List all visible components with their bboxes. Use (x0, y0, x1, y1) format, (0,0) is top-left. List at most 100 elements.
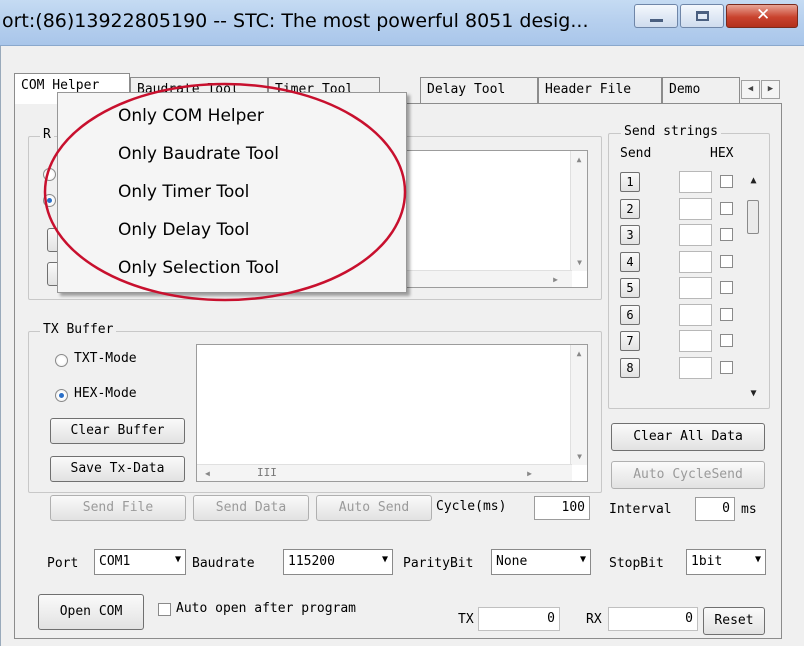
tx-vscrollbar[interactable]: ▲ ▼ (570, 345, 587, 465)
auto-open-label: Auto open after program (176, 601, 357, 616)
send-row-hex-checkbox[interactable] (720, 307, 733, 321)
reset-button[interactable]: Reset (703, 607, 765, 635)
scroll-up-icon[interactable]: ▲ (745, 172, 762, 189)
menu-item-only-selection-tool[interactable]: Only Selection Tool (118, 258, 279, 278)
interval-label: Interval (609, 502, 672, 517)
tx-hscrollbar[interactable]: ◀ III ▶ (197, 464, 572, 481)
tx-buffer-textarea[interactable]: ▲ ▼ ◀ III ▶ (196, 344, 588, 482)
stopbit-value: 1bit (691, 554, 723, 569)
send-row-hex-checkbox[interactable] (720, 281, 733, 294)
send-row-hex-checkbox[interactable] (720, 228, 733, 241)
hex-mode-radio[interactable] (55, 389, 68, 402)
tab-scroll-right-icon[interactable]: ▶ (761, 80, 780, 99)
send-row-hex-checkbox[interactable] (720, 254, 733, 268)
hex-column-header: HEX (710, 146, 734, 161)
send-row-hex-checkbox[interactable] (720, 360, 733, 374)
rx-txt-mode-radio[interactable] (43, 168, 56, 181)
scroll-thumb[interactable] (747, 200, 759, 234)
minimize-button[interactable] (634, 4, 678, 28)
tab-header-file[interactable]: Header File (538, 77, 662, 103)
send-row-input[interactable] (679, 277, 712, 299)
send-row-button[interactable]: 5 (620, 278, 640, 298)
send-row-input[interactable] (679, 250, 712, 273)
txt-mode-label: TXT-Mode (74, 351, 137, 366)
tab-label: COM Helper (21, 78, 100, 93)
scroll-thumb[interactable]: III (257, 466, 277, 479)
clear-all-data-button[interactable]: Clear All Data (611, 423, 765, 451)
scroll-right-icon[interactable]: ▶ (553, 271, 558, 288)
menu-item-only-timer-tool[interactable]: Only Timer Tool (118, 182, 249, 202)
stopbit-select[interactable]: 1bit ▼ (686, 549, 766, 575)
scroll-down-icon[interactable]: ▼ (571, 448, 588, 465)
tab-scroll-left-icon[interactable]: ◀ (741, 80, 760, 99)
paritybit-value: None (496, 554, 528, 569)
hex-mode-label: HEX-Mode (74, 386, 137, 401)
scroll-up-icon[interactable]: ▲ (571, 151, 587, 168)
scroll-up-icon[interactable]: ▲ (571, 345, 587, 362)
tab-context-menu: Only COM Helper Only Baudrate Tool Only … (57, 92, 407, 293)
send-data-button[interactable]: Send Data (193, 495, 309, 521)
tab-demo[interactable]: Demo (662, 77, 740, 103)
send-row-button[interactable]: 6 (620, 304, 640, 325)
send-row-button[interactable]: 4 (620, 251, 640, 272)
clear-buffer-button[interactable]: Clear Buffer (50, 418, 185, 444)
scroll-down-icon[interactable]: ▼ (745, 385, 762, 402)
send-row-input[interactable] (679, 330, 712, 352)
save-tx-data-button[interactable]: Save Tx-Data (50, 456, 185, 482)
send-row-button[interactable]: 2 (620, 198, 640, 219)
auto-open-checkbox[interactable] (158, 603, 171, 616)
scroll-left-icon[interactable]: ◀ (205, 465, 210, 482)
close-icon: ✕ (756, 5, 771, 25)
send-row-button[interactable]: 1 (620, 172, 640, 192)
send-row-hex-checkbox[interactable] (720, 201, 733, 215)
send-row-button[interactable]: 7 (620, 331, 640, 351)
send-file-button[interactable]: Send File (50, 495, 186, 521)
chevron-down-icon: ▼ (381, 554, 388, 565)
baudrate-select[interactable]: 115200 ▼ (283, 549, 393, 575)
tab-scroll: ◀ ▶ (741, 80, 781, 100)
send-row-input[interactable] (679, 171, 712, 193)
interval-unit: ms (741, 502, 757, 517)
scroll-right-icon[interactable]: ▶ (527, 465, 532, 482)
rx-count-value: 0 (608, 607, 698, 631)
menu-item-only-delay-tool[interactable]: Only Delay Tool (118, 220, 250, 240)
menu-item-only-com-helper[interactable]: Only COM Helper (118, 106, 264, 126)
rx-hex-mode-radio[interactable] (43, 194, 56, 207)
interval-input[interactable]: 0 (695, 497, 735, 521)
send-row-input[interactable] (679, 197, 712, 220)
tab-label: Delay Tool (427, 82, 506, 97)
send-strings-scrollbar[interactable]: ▲ ▼ (745, 172, 762, 402)
chevron-down-icon: ▼ (754, 554, 761, 565)
chevron-down-icon: ▼ (579, 554, 586, 565)
port-select[interactable]: COM1 ▼ (94, 549, 186, 575)
window-title: ort:(86)13922805190 -- STC: The most pow… (2, 10, 589, 32)
rx-buffer-label: R (40, 127, 54, 142)
paritybit-select[interactable]: None ▼ (491, 549, 591, 575)
send-row-button[interactable]: 8 (620, 357, 640, 378)
title-bar[interactable]: ort:(86)13922805190 -- STC: The most pow… (0, 0, 804, 46)
send-row-input[interactable] (679, 356, 712, 379)
send-row-hex-checkbox[interactable] (720, 334, 733, 347)
baudrate-value: 115200 (288, 554, 335, 569)
auto-send-button[interactable]: Auto Send (316, 495, 432, 521)
cycle-input[interactable]: 100 (534, 496, 590, 520)
minimize-icon (650, 19, 663, 22)
maximize-button[interactable] (680, 4, 724, 28)
menu-item-only-baudrate-tool[interactable]: Only Baudrate Tool (118, 144, 279, 164)
txt-mode-radio[interactable] (55, 354, 68, 367)
send-row-input[interactable] (679, 224, 712, 246)
rx-vscrollbar[interactable]: ▲ ▼ (570, 151, 587, 271)
paritybit-label: ParityBit (403, 556, 474, 571)
open-com-button[interactable]: Open COM (38, 594, 144, 630)
port-value: COM1 (99, 554, 131, 569)
send-row-hex-checkbox[interactable] (720, 175, 733, 188)
send-row-button[interactable]: 3 (620, 225, 640, 245)
tx-buffer-label: TX Buffer (40, 322, 117, 337)
cycle-label: Cycle(ms) (436, 499, 507, 514)
tab-delay-tool[interactable]: Delay Tool (420, 77, 538, 103)
tx-count-label: TX (458, 612, 474, 627)
auto-cyclesend-button[interactable]: Auto CycleSend (611, 461, 765, 489)
send-row-input[interactable] (679, 303, 712, 326)
scroll-down-icon[interactable]: ▼ (571, 254, 588, 271)
close-button[interactable]: ✕ (726, 4, 798, 28)
